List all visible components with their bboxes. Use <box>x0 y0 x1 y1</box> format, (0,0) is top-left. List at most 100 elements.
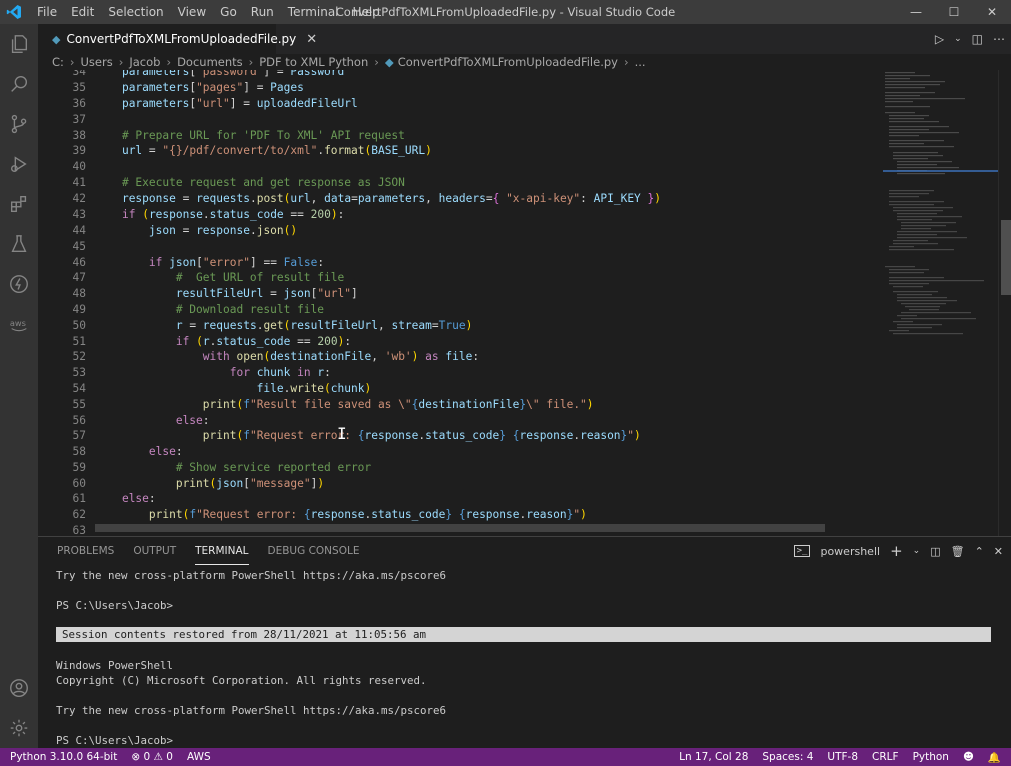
tab-label: ConvertPdfToXMLFromUploadedFile.py <box>66 32 297 46</box>
error-count: 0 <box>143 751 151 763</box>
chevron-right-icon: › <box>248 55 254 69</box>
terminal-line: Copyright (C) Microsoft Corporation. All… <box>56 674 427 687</box>
explorer-icon[interactable] <box>0 24 38 64</box>
trash-icon[interactable]: 🗑 <box>951 545 965 558</box>
terminal-shell-selector[interactable]: powershell <box>820 545 880 558</box>
code-line: for chunk in r: <box>229 366 331 379</box>
close-tab-icon[interactable]: ✕ <box>306 32 317 47</box>
tab-problems[interactable]: PROBLEMS <box>57 537 114 565</box>
problems-indicator[interactable]: ⊗ 0 ⚠ 0 <box>131 751 173 763</box>
indentation[interactable]: Spaces: 4 <box>762 751 813 763</box>
code-line: response = requests.post(url, data=param… <box>121 192 662 205</box>
line-number: 43 <box>72 208 86 221</box>
minimize-button[interactable]: — <box>897 0 935 24</box>
code-line: r = requests.get(resultFileUrl, stream=T… <box>175 319 473 332</box>
chevron-right-icon: › <box>374 55 379 69</box>
activity-bar: aws <box>0 24 38 748</box>
notifications-bell-icon[interactable]: 🔔 <box>988 751 1001 764</box>
code-line: else: <box>175 414 210 427</box>
split-editor-icon[interactable]: ◫ <box>972 32 983 46</box>
run-debug-icon[interactable] <box>0 144 38 184</box>
aws-status[interactable]: AWS <box>187 751 211 763</box>
close-window-button[interactable]: ✕ <box>973 0 1011 24</box>
chevron-right-icon: › <box>623 55 629 69</box>
code-line: parameters["password"] = Password <box>121 70 345 78</box>
menu-help[interactable]: Help <box>346 0 387 24</box>
breadcrumb-item[interactable]: PDF to XML Python <box>259 55 368 69</box>
code-line: else: <box>121 492 156 505</box>
code-area[interactable]: parameters["password"] = Password parame… <box>95 70 925 536</box>
line-number: 50 <box>72 319 86 332</box>
terminal-output[interactable]: Try the new cross-platform PowerShell ht… <box>56 565 996 749</box>
code-line: parameters["url"] = uploadedFileUrl <box>121 97 358 110</box>
maximize-panel-icon[interactable]: ⌃ <box>975 545 984 558</box>
breadcrumb-item[interactable]: C: <box>52 55 64 69</box>
more-actions-icon[interactable]: ⋯ <box>993 32 1005 46</box>
line-number: 60 <box>72 477 86 490</box>
menu-edit[interactable]: Edit <box>64 0 101 24</box>
tab-convert-pdf[interactable]: ◆ ConvertPdfToXMLFromUploadedFile.py ✕ <box>38 24 317 54</box>
line-number: 63 <box>72 524 86 536</box>
tab-debug-console[interactable]: DEBUG CONSOLE <box>268 537 360 565</box>
code-line: # Execute request and get response as JS… <box>121 176 405 189</box>
horizontal-scrollbar[interactable] <box>95 524 825 532</box>
line-ending[interactable]: CRLF <box>872 751 899 763</box>
vertical-scrollbar[interactable] <box>998 70 1011 536</box>
status-bar: Python 3.10.0 64-bit ⊗ 0 ⚠ 0 AWS Ln 17, … <box>0 748 1011 766</box>
feedback-icon[interactable]: ☻ <box>963 751 974 763</box>
terminal-icon: >_ <box>793 545 811 557</box>
menu-selection[interactable]: Selection <box>101 0 170 24</box>
minimap[interactable] <box>883 70 998 536</box>
code-editor[interactable]: 34 35 36 37 38 39 40 41 42 43 44 45 46 4… <box>38 70 1011 536</box>
svg-text:aws: aws <box>10 318 26 328</box>
chevron-down-icon[interactable]: ⌄ <box>913 546 921 556</box>
menu-run[interactable]: Run <box>244 0 281 24</box>
line-number: 56 <box>72 414 86 427</box>
breadcrumb-item[interactable]: ConvertPdfToXMLFromUploadedFile.py <box>398 55 618 69</box>
line-number: 34 <box>72 70 86 78</box>
account-icon[interactable] <box>0 668 38 708</box>
chevron-right-icon: › <box>166 55 172 69</box>
line-number: 41 <box>72 176 86 189</box>
language-mode[interactable]: Python <box>913 751 949 763</box>
split-terminal-icon[interactable]: ◫ <box>930 545 940 558</box>
menu-file[interactable]: File <box>30 0 64 24</box>
close-panel-icon[interactable]: ✕ <box>994 545 1003 558</box>
aws-icon[interactable]: aws <box>0 304 38 344</box>
search-icon[interactable] <box>0 64 38 104</box>
breadcrumb-item[interactable]: Documents <box>177 55 243 69</box>
chevron-down-icon[interactable]: ⌄ <box>954 34 962 44</box>
lightning-icon[interactable] <box>0 264 38 304</box>
vscode-logo-icon <box>2 0 26 24</box>
new-terminal-icon[interactable]: + <box>890 542 903 560</box>
settings-gear-icon[interactable] <box>0 708 38 748</box>
python-interpreter[interactable]: Python 3.10.0 64-bit <box>10 751 117 763</box>
menu-view[interactable]: View <box>171 0 213 24</box>
breadcrumb-item[interactable]: ... <box>635 55 646 69</box>
warning-icon: ⚠ <box>153 751 163 763</box>
tab-output[interactable]: OUTPUT <box>133 537 176 565</box>
breadcrumb: C: › Users › Jacob › Documents › PDF to XML … <box>38 54 1011 70</box>
terminal-restored-banner: Session contents restored from 28/11/202… <box>56 627 991 642</box>
breadcrumb-item[interactable]: Users <box>81 55 113 69</box>
code-line: parameters["pages"] = Pages <box>121 81 304 94</box>
line-number: 59 <box>72 461 86 474</box>
cursor-position[interactable]: Ln 17, Col 28 <box>679 751 748 763</box>
code-line: print(f"Request error: {response.status_… <box>202 429 641 442</box>
extensions-icon[interactable] <box>0 184 38 224</box>
menu-go[interactable]: Go <box>213 0 244 24</box>
run-file-icon[interactable]: ▷ <box>935 32 944 46</box>
line-number: 54 <box>72 382 86 395</box>
line-number: 52 <box>72 350 86 363</box>
tab-terminal[interactable]: TERMINAL <box>195 537 249 565</box>
testing-flask-icon[interactable] <box>0 224 38 264</box>
scrollbar-thumb[interactable] <box>1001 220 1011 295</box>
terminal-prompt[interactable]: PS C:\Users\Jacob> <box>56 734 173 747</box>
source-control-icon[interactable] <box>0 104 38 144</box>
encoding[interactable]: UTF-8 <box>827 751 858 763</box>
menu-terminal[interactable]: Terminal <box>281 0 346 24</box>
maximize-button[interactable]: ☐ <box>935 0 973 24</box>
breadcrumb-item[interactable]: Jacob <box>129 55 160 69</box>
python-file-icon: ◆ <box>52 32 61 46</box>
code-line: # Show service reported error <box>175 461 372 474</box>
